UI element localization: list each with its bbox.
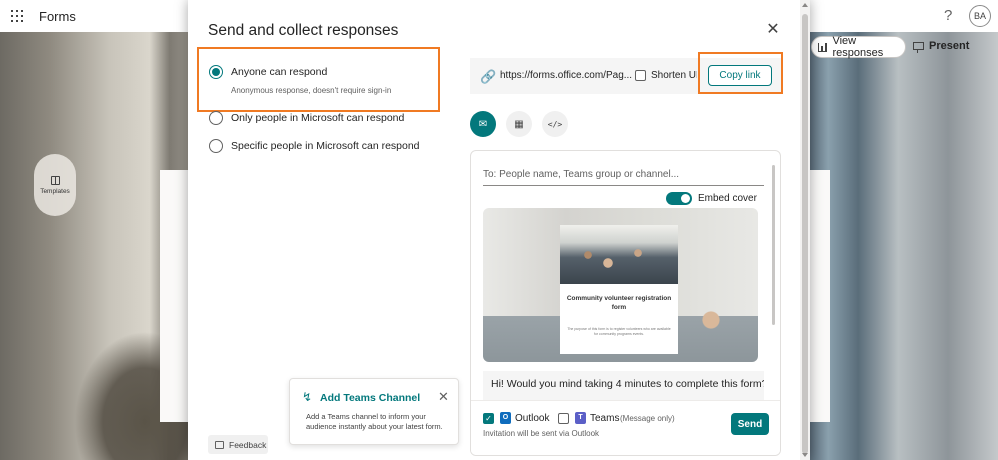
cover-photo [560,225,678,284]
promo-title[interactable]: Add Teams Channel [320,392,420,404]
form-link-url[interactable]: https://forms.office.com/Pag... [500,70,632,81]
message-text[interactable]: Hi! Would you mind taking 4 minutes to c… [483,371,764,401]
email-share-icon[interactable]: ✉ [470,111,496,137]
feedback-icon [215,440,224,449]
lightning-icon: ↯ [302,390,313,404]
radio-button[interactable] [209,111,223,125]
templates-button[interactable]: Templates [34,154,76,216]
scroll-down-icon[interactable] [802,453,808,457]
outlook-label: Outlook [515,413,550,424]
send-footer: ✓ O Outlook T Teams (Message only) Invit… [471,400,780,455]
teams-note: (Message only) [620,414,675,423]
link-icon: 🔗 [480,69,497,84]
dialog-title: Send and collect responses [208,22,399,39]
radio-button[interactable] [209,65,223,79]
feedback-label: Feedback [229,439,267,450]
qr-code-icon[interactable]: ▦ [506,111,532,137]
embed-code-icon[interactable]: </> [542,111,568,137]
cover-description: The purpose of this form is to register … [567,327,671,336]
close-icon[interactable]: ✕ [765,22,781,38]
present-label: Present [929,40,970,52]
audience-option-organization[interactable]: Only people in Microsoft can respond [209,111,404,125]
embed-cover-label: Embed cover [698,193,757,204]
scroll-up-icon[interactable] [802,3,808,7]
cover-title: Community volunteer registration form [566,295,672,311]
audience-option-label: Anyone can respond [231,66,328,78]
teams-checkbox[interactable] [558,413,569,424]
form-cover-preview: Community volunteer registration form Th… [483,208,758,362]
shorten-url-label[interactable]: Shorten URL [651,70,697,81]
dialog-scrollbar[interactable] [800,0,810,460]
highlight-box [698,52,783,94]
cover-card: Community volunteer registration form Th… [560,284,678,354]
close-icon[interactable]: ✕ [438,389,449,405]
outlook-checkbox[interactable]: ✓ [483,413,494,424]
present-button[interactable]: Present [913,40,970,53]
avatar[interactable]: BA [969,5,991,27]
promo-text: Add a Teams channel to inform your audie… [306,412,443,431]
outlook-icon: O [500,412,511,424]
recipients-input[interactable] [483,167,764,186]
scroll-thumb[interactable] [802,14,808,454]
templates-label: Templates [40,187,70,195]
send-dialog: Send and collect responses ✕ Anyone can … [188,0,810,460]
help-icon[interactable]: ? [944,7,952,24]
app-name: Forms [39,9,76,24]
teams-icon: T [575,412,586,424]
panel-scrollbar[interactable] [772,165,775,325]
audience-option-description: Anonymous response, doesn't require sign… [231,86,392,95]
feedback-button[interactable]: Feedback [208,435,268,454]
teams-label: Teams [590,413,620,424]
audience-option-label: Specific people in Microsoft can respond [231,140,420,152]
send-button[interactable]: Send [731,413,769,435]
radio-button[interactable] [209,139,223,153]
audience-option-anyone[interactable]: Anyone can respond Anonymous response, d… [209,65,391,95]
view-responses-label: View responses [832,35,884,59]
teams-channel-promo: ↯ Add Teams Channel ✕ Add a Teams channe… [289,378,459,445]
app-launcher-icon[interactable] [11,10,23,22]
share-panel: Embed cover Community volunteer registra… [470,150,781,456]
invite-note: Invitation will be sent via Outlook [483,429,600,438]
view-responses-button[interactable]: View responses [811,35,906,59]
present-icon [913,42,924,53]
shorten-url-checkbox[interactable] [635,70,646,81]
templates-icon [50,175,60,185]
audience-option-specific[interactable]: Specific people in Microsoft can respond [209,139,420,153]
embed-cover-toggle[interactable] [666,192,692,205]
bar-chart-icon [818,42,828,52]
audience-option-label: Only people in Microsoft can respond [231,112,405,124]
